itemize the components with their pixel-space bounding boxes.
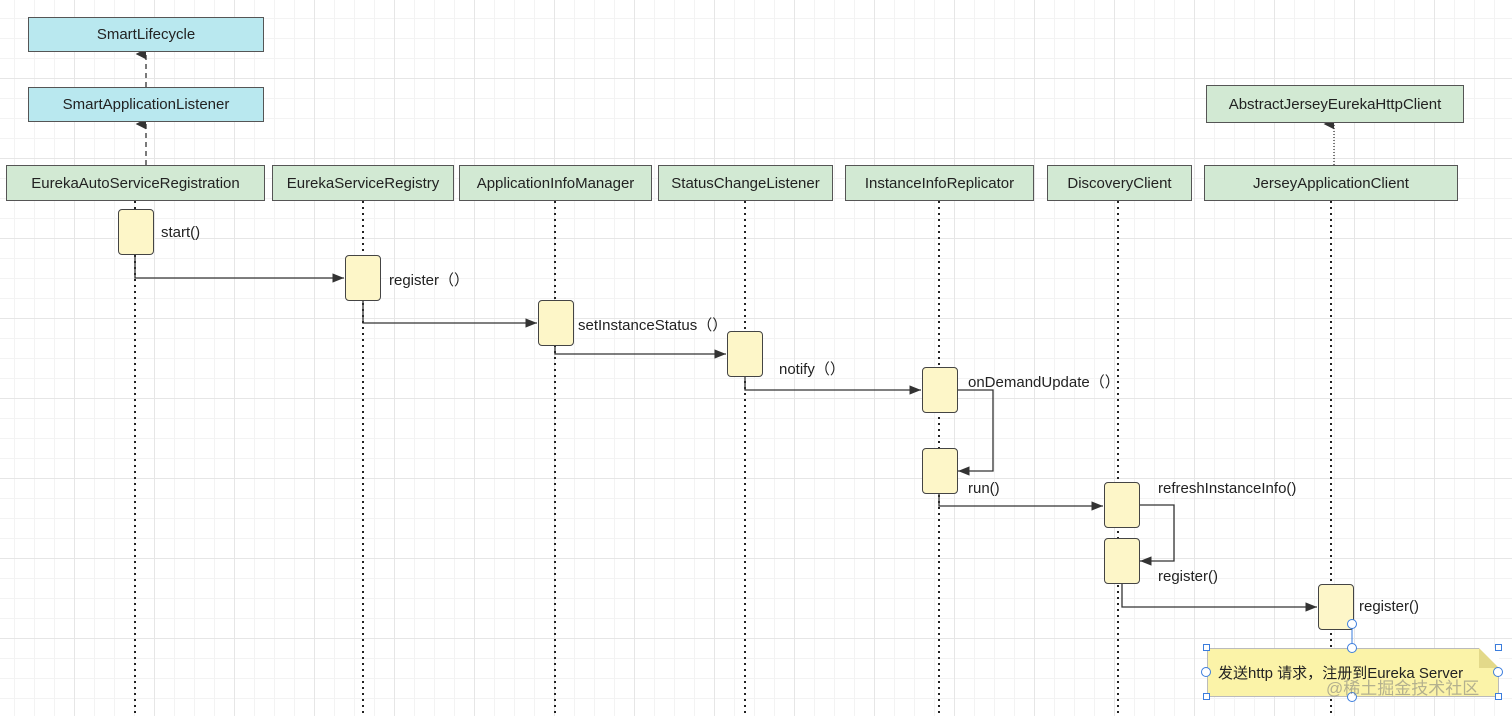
watermark: @稀土掘金技术社区 <box>1326 679 1480 698</box>
arrow-register <box>134 255 344 283</box>
lifeline-label: DiscoveryClient <box>1067 174 1172 192</box>
activation-start[interactable] <box>118 209 154 255</box>
arrow-notify <box>554 345 726 359</box>
message-register: register（） <box>389 272 470 289</box>
selection-handle[interactable] <box>1493 667 1503 677</box>
selection-handle[interactable] <box>1203 693 1210 700</box>
lifeline-label: JerseyApplicationClient <box>1253 174 1409 192</box>
lifeline-label: EurekaAutoServiceRegistration <box>31 174 240 192</box>
lifeline-header-jersey-application-client[interactable]: JerseyApplicationClient <box>1204 165 1458 201</box>
message-register-discovery: register() <box>1158 568 1219 585</box>
arrow-run <box>957 389 994 476</box>
interface-smart-application-listener[interactable]: SmartApplicationListener <box>28 87 264 122</box>
selection-handle[interactable] <box>1495 644 1502 651</box>
arrow-register-jersey <box>1121 584 1317 612</box>
arrow-set-instance-status <box>362 300 537 328</box>
lifeline-header-instance-info-replicator[interactable]: InstanceInfoReplicator <box>845 165 1034 201</box>
connector-handle[interactable] <box>1347 619 1357 629</box>
activation-register-discovery[interactable] <box>1104 538 1140 584</box>
lifeline-label: EurekaServiceRegistry <box>286 174 440 192</box>
lifeline-header-status-change-listener[interactable]: StatusChangeListener <box>658 165 833 201</box>
lifeline-header-eureka-auto-service-registration[interactable]: EurekaAutoServiceRegistration <box>6 165 265 201</box>
arrow-register-discovery <box>1139 504 1175 566</box>
message-register-jersey: register() <box>1359 598 1420 615</box>
lifeline-header-application-info-manager[interactable]: ApplicationInfoManager <box>459 165 652 201</box>
message-refresh-instance-info: refreshInstanceInfo() <box>1158 480 1297 497</box>
lifeline-label: ApplicationInfoManager <box>476 174 635 192</box>
note-fold-corner <box>1479 648 1499 668</box>
message-notify: notify（） <box>779 361 845 378</box>
class-label: AbstractJerseyEurekaHttpClient <box>1228 95 1442 113</box>
message-run: run() <box>968 480 1000 497</box>
lifeline-label: InstanceInfoReplicator <box>864 174 1015 192</box>
interface-smart-lifecycle[interactable]: SmartLifecycle <box>28 17 264 52</box>
activation-register[interactable] <box>345 255 381 301</box>
selection-handle[interactable] <box>1347 643 1357 653</box>
selection-handle[interactable] <box>1203 644 1210 651</box>
activation-on-demand-update[interactable] <box>922 367 958 413</box>
activation-set-instance-status[interactable] <box>538 300 574 346</box>
message-start: start() <box>161 224 201 241</box>
selection-handle[interactable] <box>1201 667 1211 677</box>
lifeline-header-eureka-service-registry[interactable]: EurekaServiceRegistry <box>272 165 454 201</box>
selection-handle[interactable] <box>1495 693 1502 700</box>
activation-run[interactable] <box>922 448 958 494</box>
arrow-refresh-instance-info <box>938 494 1103 511</box>
class-abstract-jersey-client[interactable]: AbstractJerseyEurekaHttpClient <box>1206 85 1464 123</box>
activation-refresh-instance-info[interactable] <box>1104 482 1140 528</box>
activation-notify[interactable] <box>727 331 763 377</box>
message-on-demand-update: onDemandUpdate（） <box>968 374 1120 391</box>
lifeline-header-discovery-client[interactable]: DiscoveryClient <box>1047 165 1192 201</box>
lifeline-label: StatusChangeListener <box>671 174 820 192</box>
interface-label: SmartLifecycle <box>96 26 196 43</box>
interface-label: SmartApplicationListener <box>62 96 230 113</box>
message-set-instance-status: setInstanceStatus（） <box>578 317 728 334</box>
